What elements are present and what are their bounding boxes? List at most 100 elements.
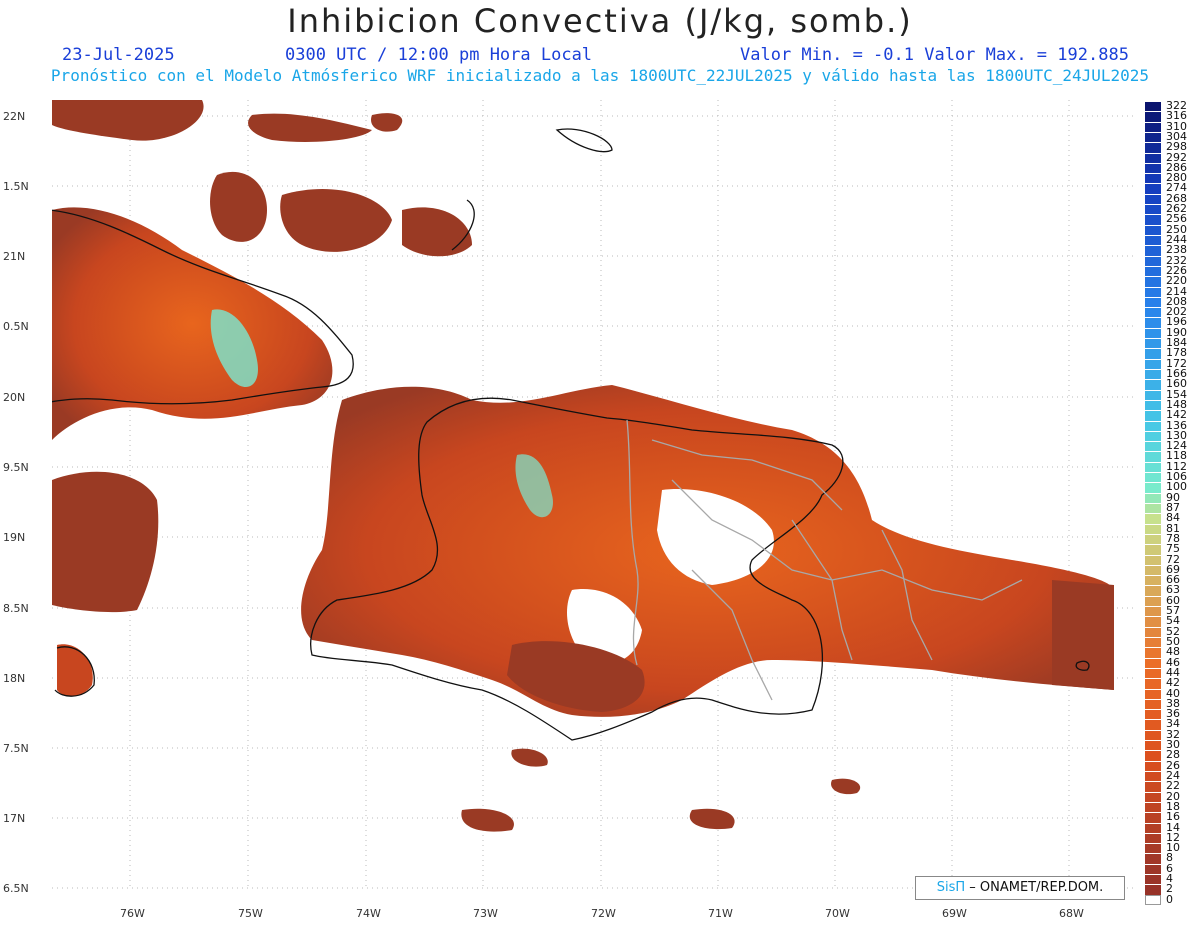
colorbar-swatch <box>1145 245 1161 256</box>
colorbar-swatch <box>1145 441 1161 452</box>
colorbar-swatch <box>1145 317 1161 328</box>
colorbar-swatch <box>1145 420 1161 431</box>
colorbar-swatch <box>1145 327 1161 339</box>
colorbar-swatch <box>1145 162 1161 174</box>
colorbar-swatch <box>1145 781 1161 792</box>
colorbar-swatch <box>1145 575 1161 586</box>
colorbar-swatch <box>1145 296 1161 308</box>
colorbar-swatch <box>1145 884 1161 895</box>
colorbar-swatch <box>1145 142 1161 153</box>
lat-label: 17N <box>3 812 26 825</box>
colorbar-swatch <box>1145 822 1161 833</box>
colorbar-swatch <box>1145 760 1161 771</box>
colorbar-swatch <box>1145 564 1161 576</box>
colorbar-swatch <box>1145 286 1161 297</box>
colorbar-swatch <box>1145 791 1161 802</box>
credit-brand: SisΠ <box>936 880 966 895</box>
colorbar-swatch <box>1145 451 1161 462</box>
colorbar-swatch <box>1145 255 1161 266</box>
colorbar-swatch <box>1145 131 1161 143</box>
lat-label: 6.5N <box>3 882 29 895</box>
colorbar <box>1145 101 1161 905</box>
colorbar-swatch <box>1145 554 1161 565</box>
colorbar-swatch <box>1145 399 1161 411</box>
colorbar-swatch <box>1145 503 1161 514</box>
colorbar-swatch <box>1145 276 1161 287</box>
colorbar-swatch <box>1145 173 1161 184</box>
colorbar-swatch <box>1145 533 1161 545</box>
colorbar-swatch <box>1145 193 1161 205</box>
colorbar-swatch <box>1145 544 1161 555</box>
colorbar-swatch <box>1145 626 1161 637</box>
colorbar-swatch <box>1145 688 1161 699</box>
colorbar-swatch <box>1145 874 1161 885</box>
lat-label: 19N <box>3 531 26 544</box>
colorbar-swatch <box>1145 101 1161 112</box>
lon-label: 71W <box>708 907 733 920</box>
colorbar-swatch <box>1145 492 1161 503</box>
colorbar-swatch <box>1145 678 1161 689</box>
credit-box: SisΠ – ONAMET/REP.DOM. <box>915 876 1125 900</box>
colorbar-swatch <box>1145 265 1161 277</box>
colorbar-swatch <box>1145 719 1161 730</box>
colorbar-swatch <box>1145 461 1161 473</box>
colorbar-label: 0 <box>1166 892 1173 906</box>
lat-label: 1.5N <box>3 180 29 193</box>
colorbar-swatch <box>1145 472 1161 483</box>
lon-label: 72W <box>591 907 616 920</box>
lon-label: 74W <box>356 907 381 920</box>
field-cuba <box>52 207 333 440</box>
colorbar-swatch <box>1145 430 1161 442</box>
colorbar-swatch <box>1145 338 1161 349</box>
colorbar-swatch <box>1145 410 1161 421</box>
colorbar-swatch <box>1145 832 1161 844</box>
colorbar-swatch <box>1145 771 1161 782</box>
forecast-date: 23-Jul-2025 <box>62 45 175 65</box>
colorbar-swatch <box>1145 513 1161 524</box>
lat-label: 9.5N <box>3 461 29 474</box>
colorbar-swatch <box>1145 812 1161 823</box>
lon-label: 70W <box>825 907 850 920</box>
colorbar-swatch <box>1145 750 1161 761</box>
colorbar-swatch <box>1145 667 1161 679</box>
lon-label: 73W <box>473 907 498 920</box>
colorbar-swatch <box>1145 843 1161 854</box>
colorbar-swatch <box>1145 585 1161 596</box>
colorbar-swatch <box>1145 863 1161 875</box>
lat-label: 21N <box>3 250 26 263</box>
colorbar-swatch <box>1145 657 1161 668</box>
colorbar-swatch <box>1145 637 1161 648</box>
credit-text: – ONAMET/REP.DOM. <box>969 880 1104 895</box>
forecast-time: 0300 UTC / 12:00 pm Hora Local <box>285 45 593 65</box>
colorbar-swatch <box>1145 389 1161 400</box>
colorbar-swatch <box>1145 121 1161 132</box>
lon-label: 69W <box>942 907 967 920</box>
colorbar-swatch <box>1145 358 1161 369</box>
value-range: Valor Min. = -0.1 Valor Max. = 192.885 <box>740 45 1129 65</box>
map-title: Inhibicion Convectiva (J/kg, somb.) <box>287 2 913 40</box>
colorbar-swatch <box>1145 111 1161 122</box>
lat-label: 0.5N <box>3 320 29 333</box>
colorbar-swatch <box>1145 647 1161 658</box>
colorbar-swatch <box>1145 348 1161 359</box>
colorbar-swatch <box>1145 801 1161 813</box>
field-jamaica <box>52 471 159 613</box>
forecast-map <box>52 100 1137 890</box>
lon-label: 68W <box>1059 907 1084 920</box>
colorbar-swatch <box>1145 482 1161 493</box>
colorbar-swatch <box>1145 152 1161 163</box>
colorbar-swatch <box>1145 214 1161 225</box>
colorbar-swatch <box>1145 224 1161 235</box>
colorbar-swatch <box>1145 595 1161 607</box>
colorbar-swatch <box>1145 698 1161 710</box>
lat-label: 18N <box>3 672 26 685</box>
model-subtitle: Pronóstico con el Modelo Atmósferico WRF… <box>50 66 1150 85</box>
colorbar-swatch <box>1145 183 1161 194</box>
colorbar-swatch <box>1145 616 1161 627</box>
colorbar-swatch <box>1145 729 1161 741</box>
colorbar-swatch <box>1145 606 1161 617</box>
colorbar-swatch <box>1145 235 1161 246</box>
colorbar-swatch <box>1145 307 1161 318</box>
lat-label: 22N <box>3 110 26 123</box>
lat-label: 20N <box>3 391 26 404</box>
